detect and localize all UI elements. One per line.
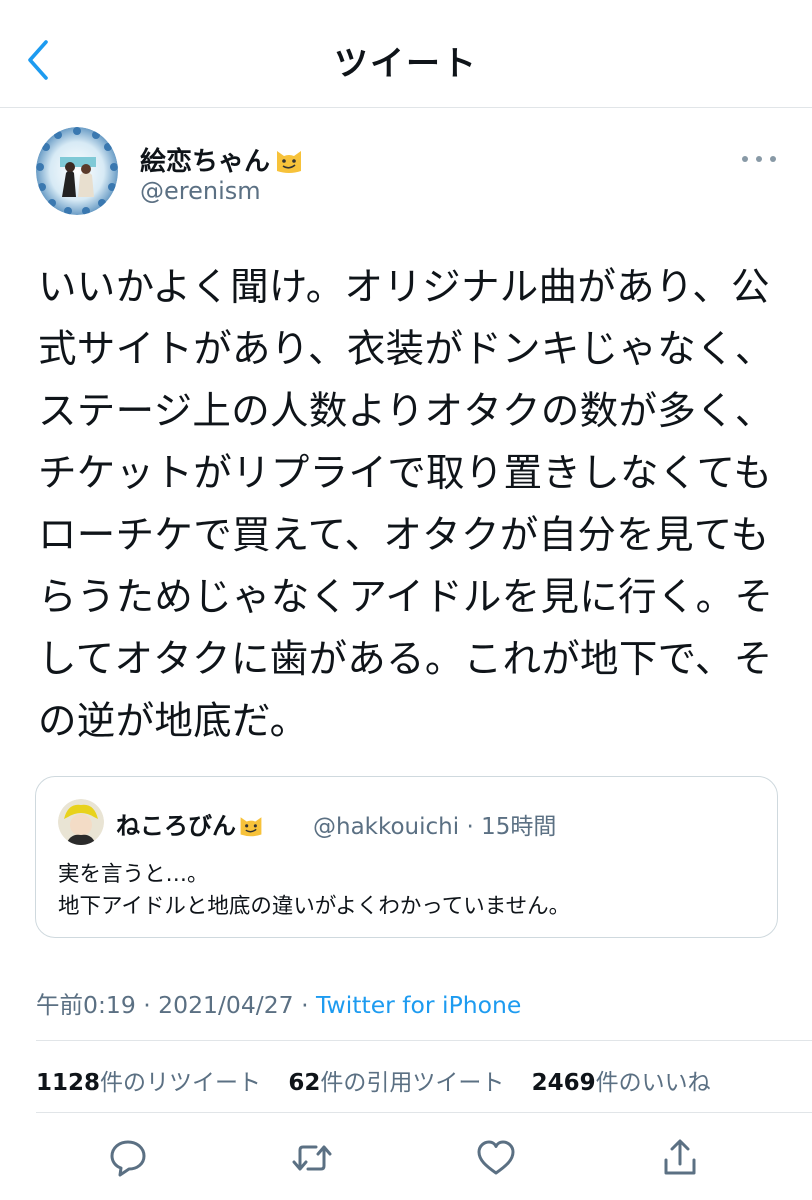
more-options-button[interactable]: [739, 147, 779, 171]
retweet-button[interactable]: [284, 1130, 340, 1186]
tweet-text-line: チケットがリプライで取り置きしなくても: [38, 451, 773, 496]
like-icon: [477, 1140, 515, 1175]
like-button[interactable]: [468, 1130, 524, 1186]
reply-icon: [110, 1140, 146, 1177]
tweet-stats: 1128件のリツイート 62件の引用ツイート 2469件のいいね: [36, 1063, 731, 1097]
quoted-author-handle-time: @hakkouichi · 15時間: [313, 814, 557, 840]
author-name-text: 絵恋ちゃん: [140, 147, 271, 177]
tweet-metadata: 午前0:19 · 2021/04/27 · Twitter for iPhone: [36, 986, 521, 1020]
divider: [36, 1112, 812, 1113]
tweet-actions-bar: [0, 1130, 812, 1190]
retweet-count: 1128: [36, 1070, 101, 1096]
tweet-author: 絵恋ちゃん @erenism: [36, 127, 776, 217]
tweet-text-line: ローチケで買えて、オタクが自分を見ても: [38, 513, 770, 558]
reply-button[interactable]: [100, 1130, 156, 1186]
tweet-text-line: してオタクに歯がある。これが地下で、そ: [38, 637, 773, 682]
share-button[interactable]: [652, 1130, 708, 1186]
tweet-text-line: らうためじゃなくアイドルを見に行く。そ: [38, 575, 774, 620]
tweet-text-line: の逆が地底だ。: [38, 699, 309, 744]
quoted-tweet-card[interactable]: ねころびん @hakkouichi · 15時間 実を言うと…。 地下アイドルと…: [35, 776, 778, 938]
quote-count: 62: [288, 1070, 321, 1096]
tweet-text-line: ステージ上の人数よりオタクの数が多く、: [38, 389, 774, 434]
quoted-author-avatar: [58, 799, 104, 845]
page-title: ツイート: [334, 44, 478, 84]
quoted-author-name-text: ねころびん: [116, 812, 236, 840]
divider: [36, 1040, 812, 1041]
avatar-image: [36, 127, 118, 215]
retweet-icon: [292, 1145, 332, 1171]
retweet-count-link[interactable]: 1128件のリツイート: [36, 1063, 261, 1097]
smirking-cat-emoji-icon: [238, 812, 264, 838]
quote-count-label: 件の引用ツイート: [320, 1070, 505, 1096]
tweet-source-link[interactable]: Twitter for iPhone: [316, 991, 521, 1019]
quoted-tweet-text: 実を言うと…。 地下アイドルと地底の違いがよくわかっていません。: [58, 859, 570, 923]
tweet-timestamp: 午前0:19 · 2021/04/27 ·: [36, 991, 317, 1019]
like-count: 2469: [531, 1070, 596, 1096]
quote-count-link[interactable]: 62件の引用ツイート: [288, 1063, 504, 1097]
author-display-name[interactable]: 絵恋ちゃん: [140, 141, 304, 178]
quoted-text-line: 実を言うと…。: [58, 862, 209, 887]
like-count-label: 件のいいね: [595, 1070, 711, 1096]
top-nav-bar: ツイート: [0, 0, 812, 108]
retweet-count-label: 件のリツイート: [100, 1070, 262, 1096]
quoted-author-name: ねころびん: [116, 806, 264, 841]
smirking-cat-emoji-icon: [274, 145, 304, 175]
author-handle[interactable]: @erenism: [140, 177, 261, 205]
tweet-text-line: いいかよく聞け。オリジナル曲があり、公: [38, 265, 770, 310]
quoted-text-line: 地下アイドルと地底の違いがよくわかっていません。: [58, 894, 571, 919]
like-count-link[interactable]: 2469件のいいね: [532, 1063, 711, 1097]
tweet-text-line: 式サイトがあり、衣装がドンキじゃなく、: [38, 327, 774, 372]
share-icon: [664, 1139, 696, 1175]
tweet-body: いいかよく聞け。オリジナル曲があり、公 式サイトがあり、衣装がドンキじゃなく、 …: [38, 257, 782, 753]
author-avatar[interactable]: [36, 127, 118, 215]
more-horizontal-icon: [742, 156, 776, 162]
